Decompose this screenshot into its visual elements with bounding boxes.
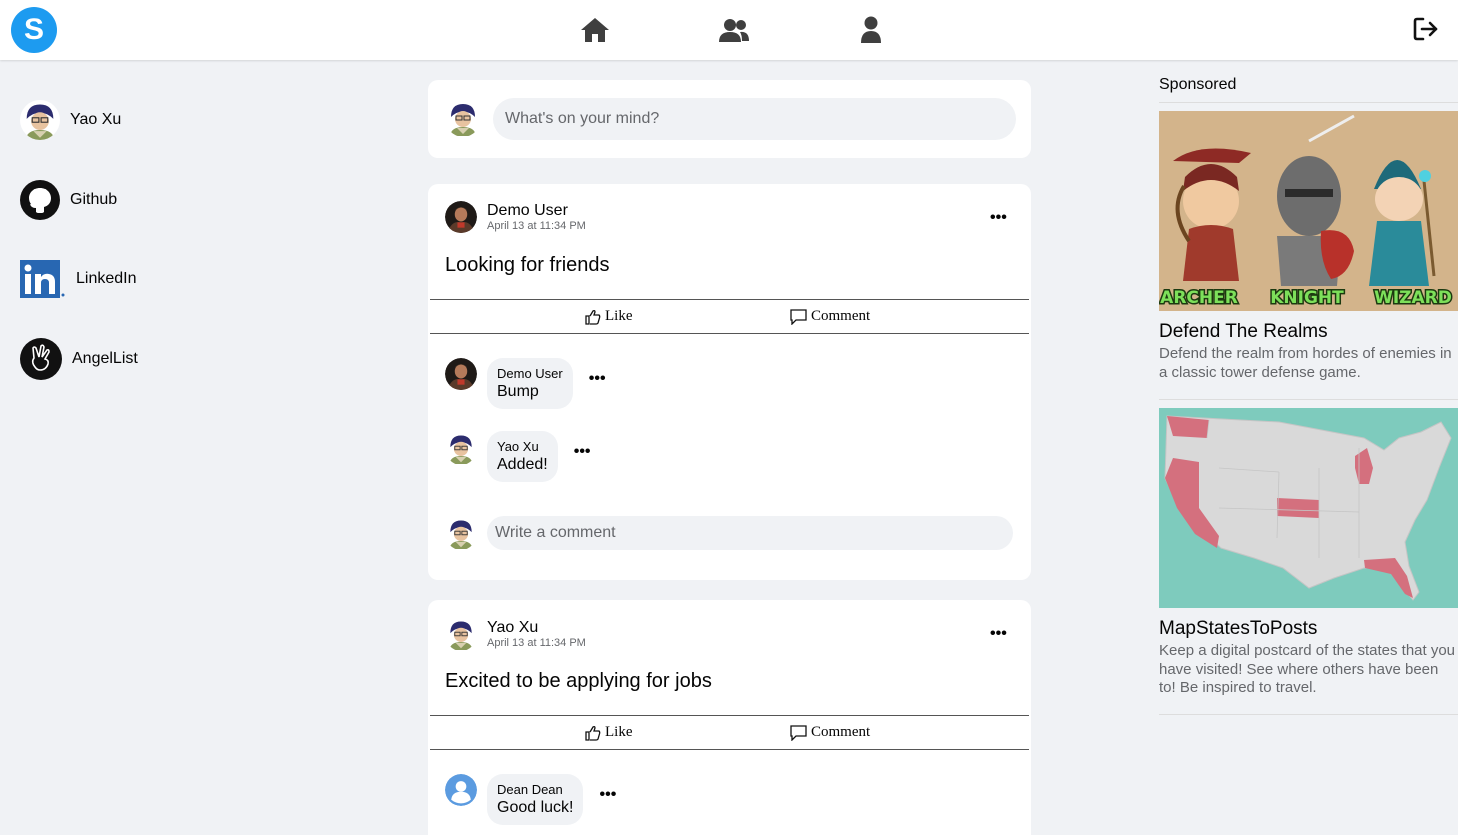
post-timestamp: April 13 at 11:34 PM [487,219,586,232]
thumbs-up-icon [585,725,601,741]
ad-description: Keep a digital postcard of the states th… [1159,642,1456,696]
post-options-button[interactable]: ••• [990,626,1007,642]
commenter-avatar[interactable] [445,431,477,465]
logout-icon[interactable] [1412,16,1442,44]
create-post-card [428,80,1031,158]
ad-title[interactable]: MapStatesToPosts [1159,618,1458,640]
sidebar-item-label: Yao Xu [70,111,122,128]
like-button[interactable]: Like [585,724,633,741]
comment-label: Comment [811,724,871,740]
ad-description: Defend the realm from hordes of enemies … [1159,345,1452,381]
post-options-button[interactable]: ••• [990,210,1007,226]
sidebar-item-linkedin[interactable]: LinkedIn [20,258,137,300]
commenter-avatar[interactable] [445,358,477,390]
write-comment-input[interactable] [487,516,1013,550]
post-author[interactable]: Demo User [487,202,586,220]
sidebar-item-label: Github [70,191,118,208]
post-actions: Like Comment [430,299,1029,334]
angellist-icon [20,338,62,380]
ad-image-label: KNIGHT [1270,288,1344,308]
profile-icon[interactable] [855,14,887,46]
comment-button[interactable]: Comment [790,308,870,325]
comment: Yao Xu Added! ••• [445,431,591,482]
user-avatar [445,99,481,137]
post-card: Yao Xu April 13 at 11:34 PM ••• Excited … [428,600,1031,835]
post-header: Yao Xu April 13 at 11:34 PM [445,617,586,651]
post-body: Looking for friends [445,254,610,276]
comment-author[interactable]: Dean Dean [497,782,573,798]
github-icon [20,180,60,220]
ad-image-label: WIZARD [1374,288,1452,308]
ad-image-label: ARCHER [1160,288,1238,308]
comment-text: Added! [497,456,548,473]
create-post-input[interactable] [493,98,1016,140]
comment: Demo User Bump ••• [445,358,606,409]
comment-icon [790,724,807,741]
ad-image[interactable]: ARCHER KNIGHT WIZARD [1159,111,1458,311]
app-logo[interactable]: S [11,7,57,53]
user-avatar [20,100,60,140]
ad-title[interactable]: Defend The Realms [1159,321,1458,343]
comment-text: Good luck! [497,799,574,816]
comment-label: Comment [811,308,871,324]
ad-defend-the-realms[interactable]: ARCHER KNIGHT WIZARD Defend The Realms D… [1159,111,1458,400]
author-avatar[interactable] [445,201,477,233]
comment-text: Bump [497,383,539,400]
comment: Dean Dean Good luck! ••• [445,774,616,825]
sidebar-item-angellist[interactable]: AngelList [20,338,138,380]
thumbs-up-icon [585,309,601,325]
comment-button[interactable]: Comment [790,724,870,741]
commenter-avatar[interactable] [445,774,477,806]
friends-icon[interactable] [718,14,750,46]
home-icon[interactable] [579,14,611,46]
comment-bubble: Dean Dean Good luck! [487,774,584,825]
sidebar-item-github[interactable]: Github [20,179,117,221]
write-comment-row [445,516,1013,550]
sidebar-item-label: LinkedIn [76,270,137,287]
comment-author[interactable]: Demo User [497,366,563,382]
comment-bubble: Demo User Bump [487,358,573,409]
top-navbar: S [0,0,1458,60]
sidebar-item-label: AngelList [72,350,138,367]
post-actions: Like Comment [430,715,1029,750]
comment-author[interactable]: Yao Xu [497,439,548,455]
user-avatar [445,516,477,550]
sidebar-item-profile[interactable]: Yao Xu [20,99,121,141]
comment-options-button[interactable]: ••• [589,371,606,387]
post-card: Demo User April 13 at 11:34 PM ••• Looki… [428,184,1031,580]
like-label: Like [605,724,633,740]
author-avatar[interactable] [445,617,477,651]
comment-icon [790,308,807,325]
linkedin-icon [20,260,65,298]
comment-bubble: Yao Xu Added! [487,431,558,482]
ad-mapstatestoposts[interactable]: MapStatesToPosts Keep a digital postcard… [1159,408,1458,715]
post-author[interactable]: Yao Xu [487,619,586,637]
like-button[interactable]: Like [585,308,633,325]
post-header: Demo User April 13 at 11:34 PM [445,201,586,233]
comment-options-button[interactable]: ••• [574,444,591,460]
post-body: Excited to be applying for jobs [445,670,712,692]
ad-image[interactable] [1159,408,1458,608]
post-timestamp: April 13 at 11:34 PM [487,636,586,649]
sponsored-heading: Sponsored [1159,76,1458,103]
comment-options-button[interactable]: ••• [599,787,616,803]
like-label: Like [605,308,633,324]
